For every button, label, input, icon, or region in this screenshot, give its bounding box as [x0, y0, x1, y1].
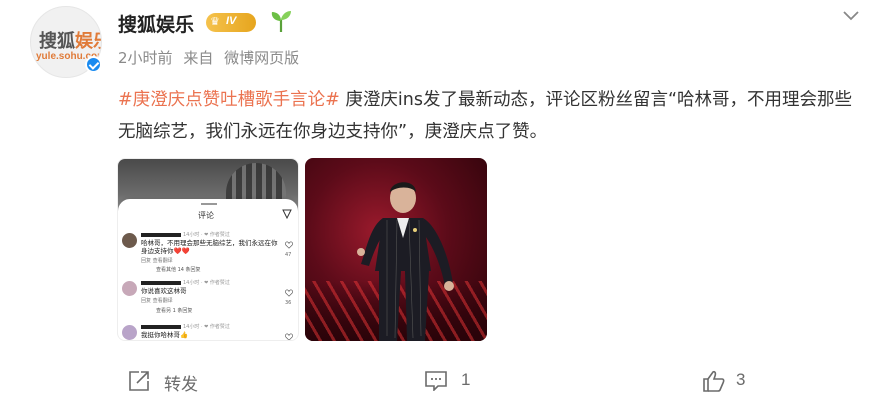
comment-info: 14小时 · ❤ 作者赞过	[183, 324, 230, 330]
comment-replies: 查看其他 14 条回复	[156, 267, 201, 273]
sheet-title: 评论	[198, 211, 214, 220]
comment-replies: 查看另 1 条回复	[156, 308, 193, 314]
repost-icon	[129, 371, 149, 391]
comment-body: 我挺你哈林哥👍	[141, 331, 189, 339]
comment-icon	[425, 371, 447, 391]
sheet-handle	[201, 203, 217, 205]
like-button[interactable]: 3	[703, 368, 763, 394]
comment-body: 你说喜欢这林哥	[141, 287, 187, 295]
comment-sheet: 评论 14小时 · ❤ 作者赞过 哈林哥，不用理会那些无脑综艺，我们永远在你身边…	[118, 199, 298, 340]
comment-info: 14小时 · ❤ 作者赞过	[183, 232, 230, 238]
sprout-icon[interactable]	[270, 9, 292, 33]
author-name[interactable]: 搜狐娱乐	[118, 10, 194, 37]
hashtag-link[interactable]: #庚澄庆点赞吐槽歌手言论#	[118, 90, 340, 110]
repost-button[interactable]: 转发	[128, 368, 208, 395]
comment-actions: 回复 查看翻译	[141, 258, 173, 264]
comment-avatar	[122, 233, 137, 248]
post-text: #庚澄庆点赞吐槽歌手言论# 庚澄庆ins发了最新动态，评论区粉丝留言“哈林哥，不…	[118, 84, 863, 148]
post-source: 微博网页版	[224, 49, 300, 67]
vip-badge[interactable]: ♛ IV	[206, 13, 256, 32]
comment-actions: 回复 查看翻译	[141, 298, 173, 304]
comment-body: 哈林哥，不用理会那些无脑综艺，我们永远在你身边支持你❤️❤️	[141, 239, 278, 255]
avatar-logo-text: 搜狐娱乐	[39, 31, 101, 52]
post-image-1[interactable]: 评论 14小时 · ❤ 作者赞过 哈林哥，不用理会那些无脑综艺，我们永远在你身边…	[117, 158, 299, 341]
performer-figure	[357, 182, 454, 341]
post-image-2[interactable]	[305, 158, 487, 341]
comment-button[interactable]: 1	[425, 368, 485, 394]
heart-icon	[285, 241, 293, 249]
filter-icon	[282, 209, 292, 219]
like-count: 3	[736, 370, 746, 389]
chevron-down-icon[interactable]	[842, 8, 860, 22]
thumbs-up-icon	[703, 370, 725, 392]
comment-info: 14小时 · ❤ 作者赞过	[183, 280, 230, 286]
heart-icon	[285, 289, 293, 297]
comment-username	[141, 281, 181, 285]
source-prefix: 来自	[183, 49, 214, 67]
comment-likes: 47	[285, 252, 292, 258]
post-time[interactable]: 2小时前	[118, 49, 173, 67]
repost-label: 转发	[164, 375, 198, 395]
post-meta: 2小时前 来自 微博网页版	[118, 47, 299, 68]
crown-icon: ♛	[210, 15, 220, 28]
comment-count: 1	[461, 370, 471, 389]
comment-avatar	[122, 281, 137, 296]
heart-icon	[285, 333, 293, 340]
comment-username	[141, 233, 181, 237]
vip-level: IV	[226, 15, 237, 27]
comment-username	[141, 325, 181, 329]
comment-likes: 36	[285, 300, 292, 306]
verified-icon	[85, 56, 102, 73]
comment-avatar	[122, 325, 137, 340]
